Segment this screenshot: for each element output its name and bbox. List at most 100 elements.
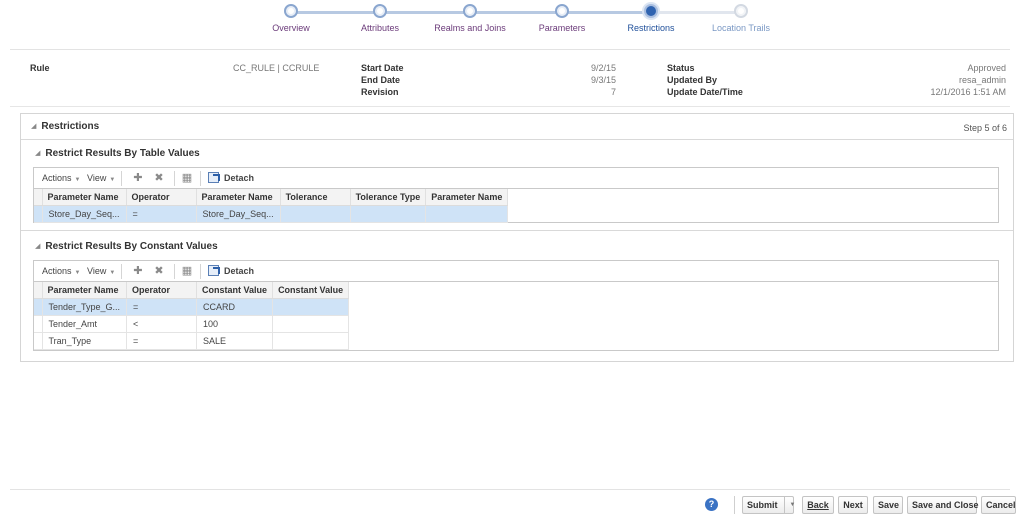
table-cell[interactable]	[272, 315, 350, 333]
save-close-label: Save and Close	[912, 500, 979, 510]
detach-icon[interactable]	[208, 265, 220, 276]
cancel-button[interactable]: Cancel	[981, 496, 1016, 514]
revision-label: Revision	[361, 87, 399, 97]
table-cell[interactable]: Tender_Amt	[42, 315, 128, 333]
table-cell[interactable]	[272, 298, 350, 316]
view-menu[interactable]: View ▼	[87, 266, 115, 276]
toolbar-separator	[121, 264, 122, 279]
submit-button[interactable]: Submit ▼	[742, 496, 795, 514]
table-row[interactable]: Tender_Type_G... = CCARD	[34, 298, 350, 316]
back-button[interactable]: Back	[802, 496, 834, 514]
collapse-triangle-icon[interactable]: ◢	[35, 242, 40, 250]
table-cell[interactable]: =	[126, 205, 197, 223]
train-step-attributes[interactable]: Attributes	[330, 3, 430, 33]
column-header[interactable]: Constant Value	[196, 282, 274, 299]
actions-label: Actions	[42, 266, 72, 276]
table-cell[interactable]: Store_Day_Seq...	[42, 205, 127, 223]
status-value: Approved	[967, 63, 1006, 73]
column-header[interactable]: Parameter Name	[42, 189, 127, 206]
toolbar-separator	[200, 171, 201, 186]
delete-row-icon[interactable]: ✖	[152, 171, 166, 185]
row-header[interactable]	[34, 315, 43, 333]
step-label: Overview	[272, 23, 310, 33]
constant-values-header[interactable]: ◢ Restrict Results By Constant Values	[35, 241, 218, 252]
table-values-title: Restrict Results By Table Values	[45, 148, 200, 159]
step-label: Location Trails	[711, 23, 771, 33]
row-header-column	[34, 282, 43, 299]
table-cell[interactable]: Tran_Type	[42, 332, 128, 350]
train-step-overview[interactable]: Overview	[241, 3, 341, 33]
train-step-restrictions[interactable]: Restrictions	[601, 3, 701, 33]
detach-button[interactable]: Detach	[224, 266, 254, 276]
table-cell[interactable]: =	[126, 298, 198, 316]
table-cell[interactable]	[350, 205, 427, 223]
submit-menu-chevron-icon[interactable]: ▼	[783, 497, 795, 513]
actions-menu[interactable]: Actions ▼	[42, 266, 80, 276]
start-date-label: Start Date	[361, 63, 404, 73]
view-menu[interactable]: View ▼	[87, 173, 115, 183]
column-header[interactable]: Tolerance Type	[350, 189, 427, 206]
freeze-icon[interactable]: ▦	[180, 171, 194, 185]
row-header[interactable]	[34, 205, 43, 223]
table-cell[interactable]	[280, 205, 351, 223]
constant-values-toolbar: Actions ▼ View ▼ ✚ ✖ ▦ Detach	[33, 260, 999, 281]
wizard-train: Overview Attributes Realms and Joins Par…	[0, 0, 1020, 46]
delete-row-icon[interactable]: ✖	[152, 264, 166, 278]
column-header[interactable]: Constant Value	[272, 282, 350, 299]
table-cell[interactable]: CCARD	[196, 298, 274, 316]
section-divider	[21, 230, 1013, 231]
table-cell[interactable]: Tender_Type_G...	[42, 298, 128, 316]
column-header[interactable]: Operator	[126, 189, 197, 206]
save-button[interactable]: Save	[873, 496, 903, 514]
table-cell[interactable]: 100	[196, 315, 274, 333]
column-header[interactable]: Parameter Name	[42, 282, 128, 299]
toolbar-separator	[121, 171, 122, 186]
detach-button[interactable]: Detach	[224, 173, 254, 183]
restrictions-title: Restrictions	[41, 121, 100, 132]
collapse-triangle-icon[interactable]: ◢	[35, 149, 40, 157]
add-row-icon[interactable]: ✚	[131, 264, 145, 278]
next-button[interactable]: Next	[838, 496, 868, 514]
info-divider	[10, 106, 1010, 107]
actions-label: Actions	[42, 173, 72, 183]
table-cell[interactable]: Store_Day_Seq...	[196, 205, 281, 223]
add-row-icon[interactable]: ✚	[131, 171, 145, 185]
collapse-triangle-icon[interactable]: ◢	[31, 122, 36, 130]
actions-menu[interactable]: Actions ▼	[42, 173, 80, 183]
table-cell[interactable]: =	[126, 332, 198, 350]
caret-down-icon: ▼	[74, 270, 81, 276]
rule-label: Rule	[30, 63, 50, 73]
column-header[interactable]: Parameter Name	[425, 189, 509, 206]
train-step-realms-and-joins[interactable]: Realms and Joins	[420, 3, 520, 33]
table-row[interactable]: Tran_Type = SALE	[34, 332, 350, 350]
toolbar-separator	[200, 264, 201, 279]
help-icon[interactable]: ?	[705, 498, 718, 511]
save-label: Save	[878, 500, 900, 510]
row-header[interactable]	[34, 332, 43, 350]
table-cell[interactable]	[272, 332, 350, 350]
freeze-icon[interactable]: ▦	[180, 264, 194, 278]
table-cell[interactable]: <	[126, 315, 198, 333]
table-row[interactable]: Store_Day_Seq... = Store_Day_Seq...	[34, 205, 509, 223]
save-and-close-button[interactable]: Save and Close	[907, 496, 979, 514]
header-divider	[10, 49, 1010, 50]
restrictions-header[interactable]: ◢ Restrictions	[31, 121, 99, 132]
row-header[interactable]	[34, 298, 43, 316]
detach-icon[interactable]	[208, 172, 220, 183]
column-header[interactable]: Operator	[126, 282, 198, 299]
column-header[interactable]: Parameter Name	[196, 189, 281, 206]
table-values-grid: Parameter Name Operator Parameter Name T…	[33, 188, 999, 223]
table-values-header[interactable]: ◢ Restrict Results By Table Values	[35, 148, 200, 159]
step-indicator-icon	[555, 4, 569, 18]
table-row[interactable]: Tender_Amt < 100	[34, 315, 350, 333]
back-label: Back	[807, 500, 829, 510]
table-cell[interactable]: SALE	[196, 332, 274, 350]
column-header[interactable]: Tolerance	[280, 189, 351, 206]
table-cell[interactable]	[425, 205, 509, 223]
table-values-toolbar: Actions ▼ View ▼ ✚ ✖ ▦ Detach	[33, 167, 999, 188]
train-step-parameters[interactable]: Parameters	[512, 3, 612, 33]
step-label: Attributes	[360, 23, 400, 33]
train-step-location-trails[interactable]: Location Trails	[691, 3, 791, 33]
view-label: View	[87, 173, 107, 183]
toolbar-separator	[174, 171, 175, 186]
